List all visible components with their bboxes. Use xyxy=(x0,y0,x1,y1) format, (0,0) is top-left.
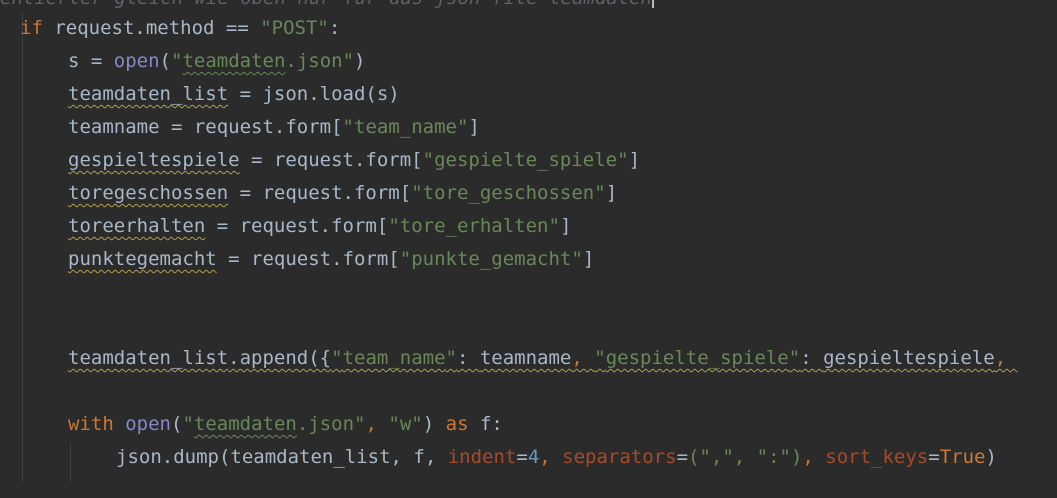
indent-guide xyxy=(22,12,23,482)
code-editor[interactable]: entierter gleich wie oben nur für das js… xyxy=(0,0,1057,498)
code-line-8: punktegemacht = request.form["punkte_gem… xyxy=(68,248,595,270)
text-caret xyxy=(652,0,655,8)
code-line-5: gespieltespiele = request.form["gespielt… xyxy=(68,149,641,171)
code-line-6: toregeschossen = request.form["tore_gesc… xyxy=(68,182,618,204)
code-line-14: json.dump(teamdaten_list, f, indent=4, s… xyxy=(116,446,997,468)
code-line-2: s = open("teamdaten.json") xyxy=(68,50,366,72)
code-line-13: with open("teamdaten.json", "w") as f: xyxy=(68,413,503,435)
code-line-11: teamdaten_list.append({"team_name": team… xyxy=(68,347,1018,369)
code-line-1: if request.method == "POST": xyxy=(20,17,341,39)
cutoff-comment-line: entierter gleich wie oben nur für das js… xyxy=(0,0,655,8)
indent-guide-nested xyxy=(70,442,71,482)
code-line-3: teamdaten_list = json.load(s) xyxy=(68,83,400,105)
code-line-4: teamname = request.form["team_name"] xyxy=(68,116,480,138)
code-line-7: toreerhalten = request.form["tore_erhalt… xyxy=(68,215,572,237)
